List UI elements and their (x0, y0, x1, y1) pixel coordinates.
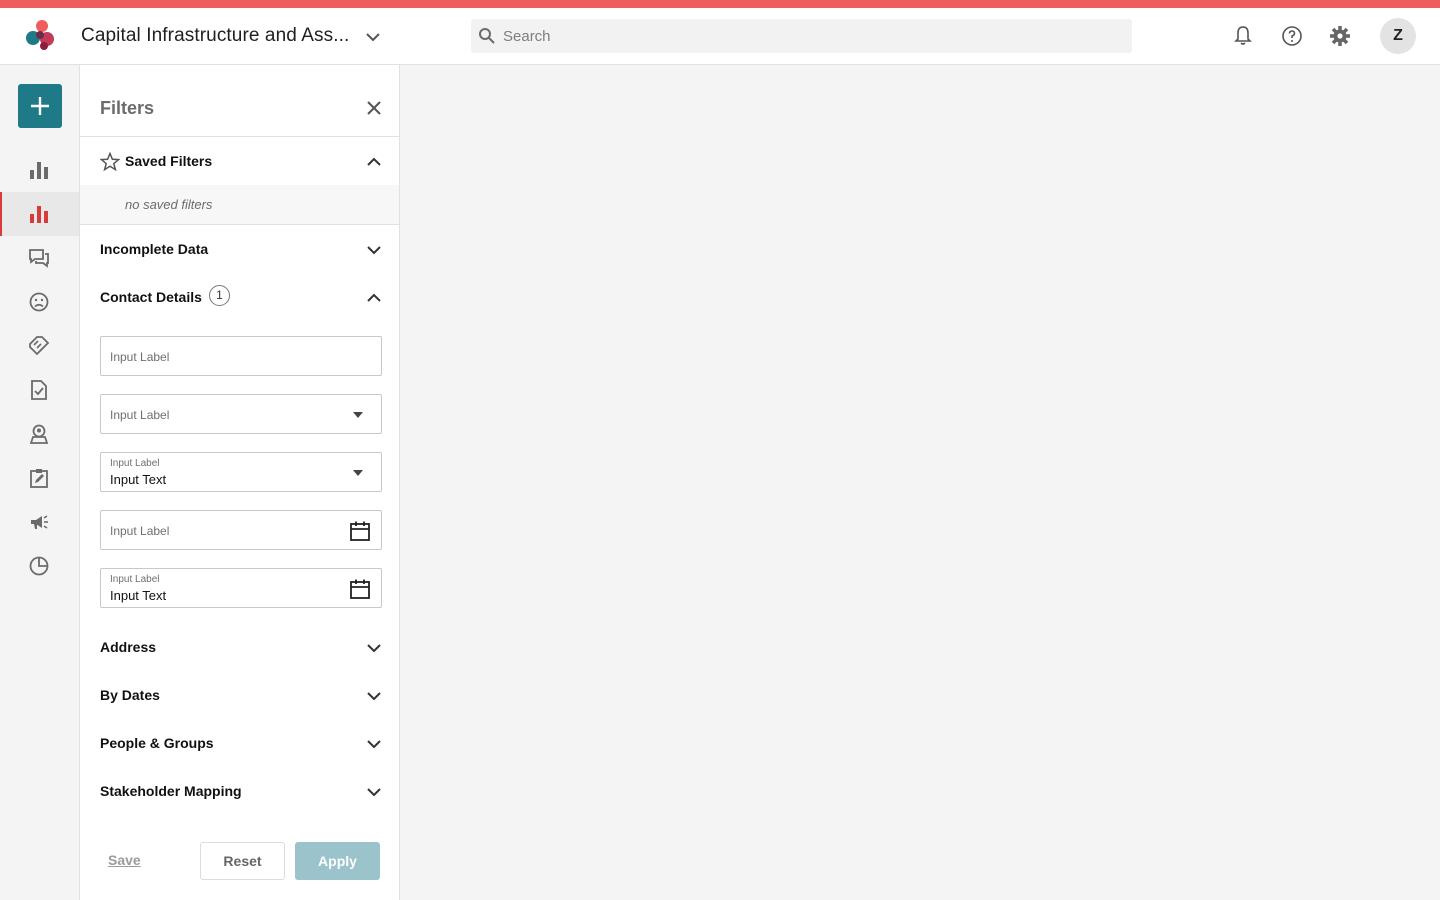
chevron-up-icon[interactable] (365, 289, 383, 307)
saved-filters-empty: no saved filters (80, 185, 399, 224)
nav-item-dashboard[interactable] (0, 148, 79, 192)
caret-down-icon (353, 412, 363, 418)
nav-item-analytics[interactable] (0, 192, 79, 236)
section-label: Address (100, 639, 157, 655)
section-label: People & Groups (100, 735, 214, 751)
filter-count-badge: 1 (209, 285, 230, 306)
document-check-icon (31, 380, 47, 400)
field-placeholder: Input Label (110, 524, 170, 538)
contact-date-field[interactable]: Input Label (100, 510, 382, 550)
section-incomplete-data[interactable]: Incomplete Data (80, 231, 399, 267)
nav-item-tasks[interactable] (0, 368, 79, 412)
chevron-down-icon[interactable] (365, 241, 383, 259)
chevron-down-icon[interactable] (365, 735, 383, 753)
section-label: Contact Details (100, 289, 202, 305)
section-label: Saved Filters (125, 153, 213, 169)
empty-state-text: no saved filters (125, 197, 213, 212)
handshake-icon (29, 336, 50, 356)
search-icon (479, 28, 495, 44)
divider (80, 224, 399, 225)
chevron-up-icon[interactable] (365, 153, 383, 171)
field-label: Input Label (110, 574, 160, 585)
sad-face-icon (29, 292, 49, 312)
section-label: Incomplete Data (100, 241, 209, 257)
bar-chart-icon (30, 162, 48, 179)
section-by-dates[interactable]: By Dates (80, 677, 399, 713)
search-input[interactable] (503, 19, 1123, 53)
chevron-down-icon[interactable] (365, 783, 383, 801)
megaphone-icon (31, 515, 48, 529)
field-placeholder: Input Label (110, 408, 170, 422)
chevron-down-icon[interactable] (365, 639, 383, 657)
nav-item-commitments[interactable] (0, 324, 79, 368)
chat-icon (29, 249, 49, 268)
caret-down-icon (353, 470, 363, 476)
calendar-icon[interactable] (349, 578, 371, 600)
pie-chart-icon (29, 556, 49, 576)
field-placeholder: Input Label (110, 350, 170, 364)
help-icon[interactable] (1280, 24, 1304, 48)
nav-item-reports[interactable] (0, 456, 79, 500)
app-logo[interactable] (22, 18, 60, 54)
gear-icon[interactable] (1328, 24, 1352, 48)
plus-icon (31, 97, 49, 115)
save-button[interactable]: Save (108, 852, 141, 868)
nav-item-campaigns[interactable] (0, 500, 79, 544)
global-search (471, 19, 1132, 53)
avatar[interactable]: Z (1380, 18, 1416, 54)
section-saved-filters[interactable]: Saved Filters (80, 143, 399, 179)
bell-icon[interactable] (1231, 24, 1255, 48)
close-icon[interactable] (364, 98, 384, 118)
clipboard-edit-icon (30, 469, 48, 488)
contact-text-field[interactable]: Input Label (100, 336, 382, 376)
section-label: Stakeholder Mapping (100, 783, 242, 799)
star-icon (100, 152, 120, 172)
section-address[interactable]: Address (80, 629, 399, 665)
section-label: By Dates (100, 687, 160, 703)
bar-chart-icon (30, 206, 48, 223)
left-navigation (0, 65, 80, 900)
apply-button[interactable]: Apply (295, 842, 380, 880)
section-contact-details[interactable]: Contact Details 1 (80, 279, 399, 315)
divider (80, 136, 399, 137)
location-person-icon (29, 424, 49, 444)
filters-panel: Filters Saved Filters no saved filters I… (80, 65, 400, 900)
nav-item-insights[interactable] (0, 544, 79, 588)
contact-select-field[interactable]: Input Label (100, 394, 382, 434)
contact-date-field-filled[interactable]: Input Label Input Text (100, 568, 382, 608)
project-title[interactable]: Capital Infrastructure and Ass... (81, 25, 349, 47)
app-header: Capital Infrastructure and Ass... Z (0, 8, 1440, 65)
field-label: Input Label (110, 458, 160, 469)
reset-button[interactable]: Reset (200, 842, 285, 880)
panel-title: Filters (100, 98, 155, 118)
nav-item-issues[interactable] (0, 280, 79, 324)
section-people-groups[interactable]: People & Groups (80, 725, 399, 761)
chevron-down-icon[interactable] (365, 687, 383, 705)
field-value: Input Text (110, 588, 167, 603)
calendar-icon[interactable] (349, 520, 371, 542)
top-accent-stripe (0, 0, 1440, 8)
contact-select-field-filled[interactable]: Input Label Input Text (100, 452, 382, 492)
nav-item-stakeholders[interactable] (0, 412, 79, 456)
add-button[interactable] (18, 84, 62, 128)
chevron-down-icon[interactable] (363, 27, 383, 47)
field-value: Input Text (110, 472, 167, 487)
section-stakeholder-mapping[interactable]: Stakeholder Mapping (80, 773, 399, 809)
nav-item-communications[interactable] (0, 236, 79, 280)
